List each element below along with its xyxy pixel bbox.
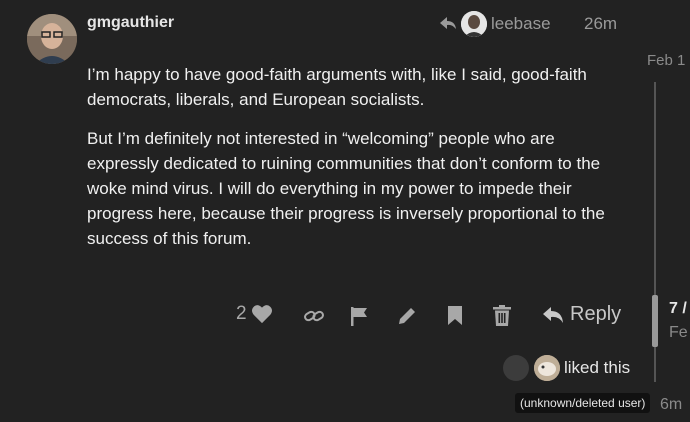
reply-to-arrow-icon	[440, 17, 456, 29]
post-timestamp[interactable]: 26m	[584, 14, 617, 34]
bookmark-button[interactable]	[447, 305, 463, 326]
bookmark-icon	[448, 306, 462, 325]
reply-to-username[interactable]: leebase	[491, 14, 551, 34]
post-paragraph: But I’m definitely not interested in “we…	[87, 129, 605, 248]
copy-link-button[interactable]	[304, 307, 324, 325]
timeline-scroll-handle[interactable]	[652, 295, 658, 347]
trash-icon	[493, 305, 511, 326]
timeline-start-date[interactable]: Feb 1	[647, 52, 685, 69]
liker-avatar[interactable]	[534, 355, 560, 381]
delete-button[interactable]	[493, 305, 511, 326]
timeline-end-date[interactable]: 6m	[660, 396, 682, 414]
post-body: I’m happy to have good-faith arguments w…	[87, 62, 627, 265]
author-avatar[interactable]	[27, 14, 77, 64]
reply-button-label: Reply	[570, 303, 622, 325]
reply-icon	[543, 306, 563, 323]
reply-to-avatar[interactable]	[461, 11, 487, 37]
post-paragraph: I’m happy to have good-faith arguments w…	[87, 65, 587, 109]
timeline-post-count: 7 /	[669, 300, 687, 317]
flag-button[interactable]	[350, 306, 368, 326]
liker-avatar-deleted[interactable]	[503, 355, 529, 381]
reply-button[interactable]: Reply	[542, 303, 621, 326]
timeline-current-date: Fe	[669, 324, 688, 341]
author-username[interactable]: gmgauthier	[87, 14, 174, 32]
pencil-icon	[399, 308, 415, 324]
like-count[interactable]: 2	[236, 303, 247, 325]
flag-icon	[351, 307, 367, 326]
link-icon	[304, 310, 324, 322]
liker-tooltip: (unknown/deleted user)	[515, 393, 651, 413]
liked-this-label: liked this	[564, 358, 631, 377]
edit-button[interactable]	[397, 306, 417, 326]
heart-icon	[251, 305, 272, 324]
like-button[interactable]: 2	[236, 303, 273, 325]
